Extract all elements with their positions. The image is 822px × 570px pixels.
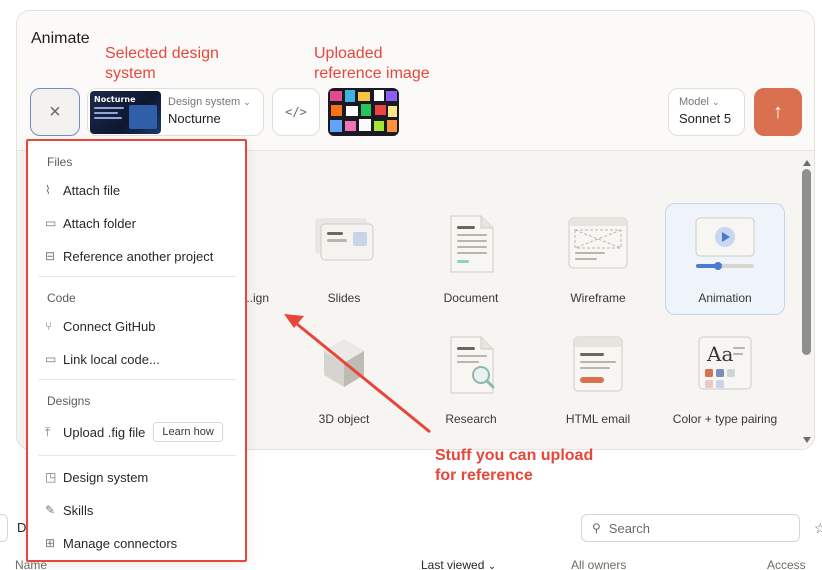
search-input[interactable]: ⚲ Search — [581, 514, 800, 542]
menu-item-attach-file[interactable]: ⌇ Attach file — [45, 178, 120, 202]
menu-divider — [38, 379, 236, 380]
email-icon — [573, 336, 623, 392]
design-system-value: Nocturne — [168, 111, 221, 126]
scroll-down-arrow[interactable] — [803, 437, 811, 443]
annotation-uploaded-reference: Uploaded reference image — [314, 45, 430, 82]
menu-item-label: Attach file — [63, 182, 121, 198]
column-header-access[interactable]: Access — [767, 558, 806, 570]
slides-icon — [315, 218, 374, 261]
scrollbar[interactable] — [801, 160, 813, 445]
svg-text:Aa: Aa — [706, 342, 733, 366]
attach-menu: Files ⌇ Attach file ▭ Attach folder ⊟ Refer… — [26, 139, 247, 562]
animation-icon — [695, 217, 755, 270]
menu-divider — [38, 276, 236, 277]
model-selector[interactable]: Model ⌄ Sonnet 5 — [668, 88, 745, 136]
menu-item-label: Upload .fig file — [63, 424, 146, 440]
search-placeholder: Search — [608, 520, 650, 536]
star-icon[interactable]: ☆ — [814, 520, 822, 537]
chevron-down-icon: ⌄ — [712, 97, 720, 107]
menu-item-label: Manage connectors — [63, 535, 178, 551]
tab-fragment[interactable]: D — [17, 520, 26, 535]
column-header-name[interactable]: Name — [15, 558, 47, 570]
git-branch-icon: ⑂ — [45, 319, 53, 333]
chevron-down-icon: ⌄ — [487, 561, 497, 570]
design-system-label: Design system ⌄ — [168, 96, 251, 108]
template-label: Color + type pairing — [672, 412, 778, 426]
menu-item-manage-connectors[interactable]: ⊞ Manage connectors — [45, 531, 177, 555]
column-header-owners[interactable]: All owners — [571, 558, 626, 570]
design-system-icon: ◳ — [45, 470, 57, 484]
menu-item-reference-project[interactable]: ⊟ Reference another project — [45, 244, 213, 268]
close-button[interactable]: × — [30, 88, 80, 136]
project-title: Animate — [31, 30, 90, 47]
menu-item-design-system[interactable]: ◳ Design system — [45, 465, 148, 489]
template-tile-animation[interactable]: Animation — [665, 203, 785, 315]
scroll-up-arrow[interactable] — [803, 160, 811, 166]
template-label: 3D object — [318, 412, 370, 426]
menu-divider — [38, 455, 236, 456]
annotation-upload-hint: Stuff you can upload for reference — [435, 447, 594, 484]
chevron-down-icon: ⌄ — [243, 97, 251, 107]
thumbnail-text: Nocturne — [94, 95, 136, 104]
section-header-files: Files — [47, 155, 73, 169]
template-tile-color-type[interactable]: Aa Color + type pairing — [665, 323, 785, 435]
filter-fragment[interactable] — [0, 514, 8, 542]
menu-item-label: Design system — [63, 469, 149, 485]
skills-icon: ✎ — [45, 503, 56, 517]
column-header-last-viewed[interactable]: Last viewed ⌄ — [421, 558, 496, 570]
search-icon: ⚲ — [592, 521, 601, 535]
menu-item-label: Link local code... — [63, 351, 160, 367]
project-icon: ⊟ — [45, 249, 56, 263]
menu-item-link-local-code[interactable]: ▭ Link local code... — [45, 347, 160, 371]
reference-image-thumbnail[interactable] — [328, 88, 399, 136]
menu-item-connect-github[interactable]: ⑂ Connect GitHub — [45, 314, 156, 338]
close-icon: × — [49, 100, 61, 123]
wireframe-icon — [568, 217, 628, 269]
template-tile-3d-object[interactable]: 3D object — [284, 323, 404, 435]
template-tile-wireframe[interactable]: Wireframe — [538, 202, 658, 314]
code-button[interactable]: </> — [272, 88, 320, 136]
folder-icon: ▭ — [45, 352, 57, 366]
template-label: HTML email — [565, 412, 631, 426]
upload-icon: ⤒ — [45, 424, 51, 439]
learn-how-button[interactable]: Learn how — [153, 422, 223, 442]
template-label: Document — [443, 291, 499, 305]
template-tile-slides[interactable]: Slides — [284, 202, 404, 314]
cube-icon — [324, 339, 364, 387]
research-icon — [450, 336, 495, 394]
section-header-code: Code — [47, 291, 76, 305]
menu-item-label: Attach folder — [63, 215, 136, 231]
design-system-chip[interactable]: Nocturne Design system ⌄ Nocturne — [87, 88, 264, 136]
folder-icon: ▭ — [45, 216, 57, 230]
arrow-up-icon: ↑ — [773, 100, 783, 123]
menu-item-label: Connect GitHub — [63, 318, 156, 334]
scroll-thumb[interactable] — [802, 169, 811, 355]
menu-item-label: Skills — [63, 502, 94, 518]
template-tile-document[interactable]: Document — [411, 202, 531, 314]
template-tile-research[interactable]: Research — [411, 323, 531, 435]
paperclip-icon: ⌇ — [45, 183, 51, 197]
model-value: Sonnet 5 — [679, 111, 732, 126]
menu-item-skills[interactable]: ✎ Skills — [45, 498, 93, 522]
menu-item-label: Reference another project — [63, 248, 214, 264]
template-label: Slides — [327, 291, 361, 305]
section-header-designs: Designs — [47, 394, 91, 408]
template-tile-html-email[interactable]: HTML email — [538, 323, 658, 435]
menu-item-upload-fig[interactable]: ⤒ Upload .fig file Learn how — [45, 420, 223, 444]
template-label: Wireframe — [570, 291, 626, 305]
connectors-icon: ⊞ — [45, 536, 56, 550]
template-label: Research — [445, 412, 497, 426]
design-system-thumbnail: Nocturne — [90, 91, 161, 134]
template-label: Animation — [698, 291, 752, 305]
menu-item-attach-folder[interactable]: ▭ Attach folder — [45, 211, 136, 235]
color-type-icon: Aa — [698, 336, 752, 390]
model-label: Model ⌄ — [679, 96, 720, 108]
code-icon: </> — [285, 105, 307, 119]
send-button[interactable]: ↑ — [754, 88, 802, 136]
annotation-selected-design-system: Selected design system — [105, 45, 219, 82]
document-icon — [450, 215, 494, 273]
